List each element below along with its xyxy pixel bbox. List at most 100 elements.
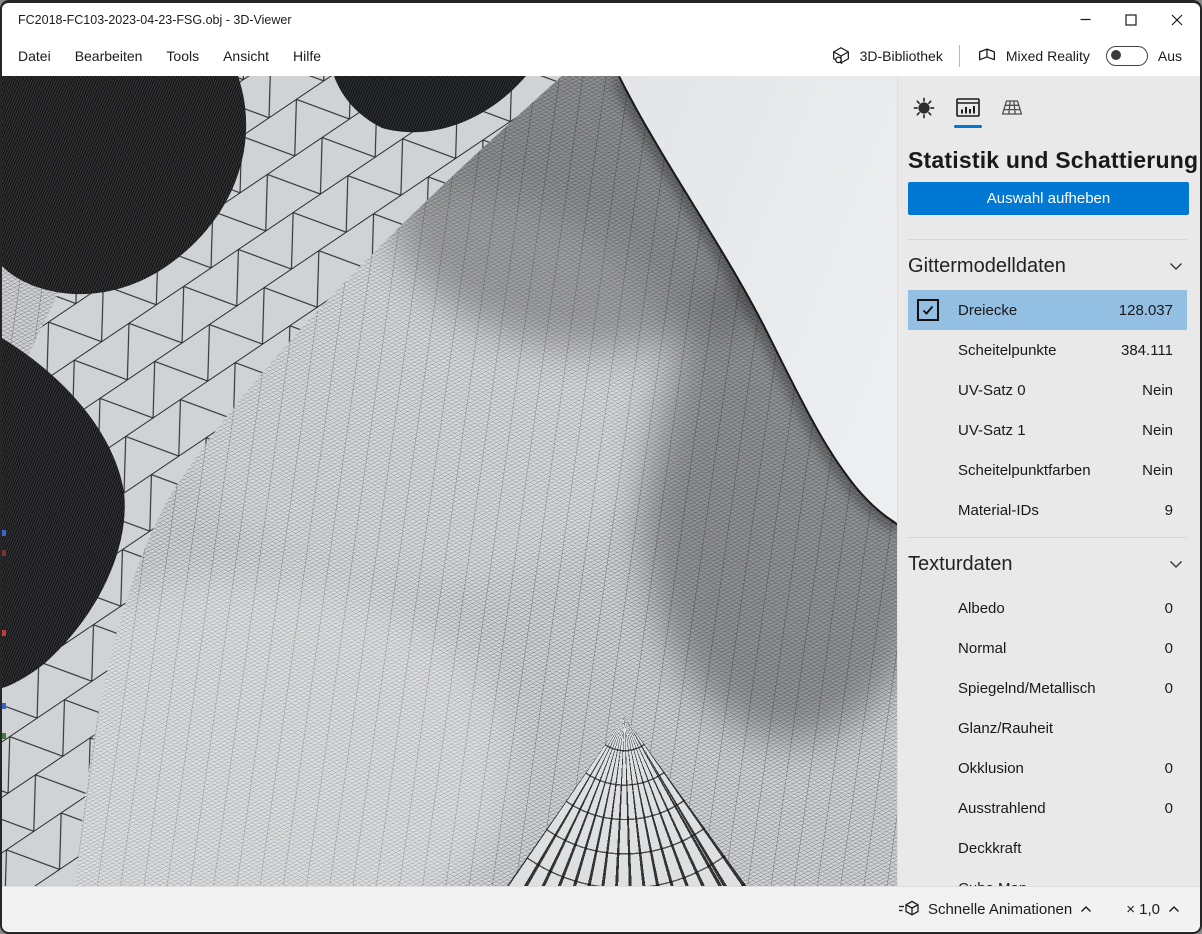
window-controls (1062, 3, 1200, 36)
3d-viewport[interactable] (2, 76, 897, 886)
row-value: 0 (1165, 760, 1173, 777)
row-label: Spiegelnd/Metallisch (958, 680, 1096, 697)
3d-library-cube-icon (830, 45, 852, 67)
row-value: 0 (1165, 680, 1173, 697)
row-label: Scheitelpunktfarben (958, 462, 1091, 479)
row-deckkraft[interactable]: Deckkraft (908, 828, 1187, 868)
chevron-down-icon (1169, 262, 1183, 271)
row-value: 0 (1165, 600, 1173, 617)
menubar: Datei Bearbeiten Tools Ansicht Hilfe 3D-… (2, 36, 1200, 76)
mesh-data-rows: Dreiecke 128.037 Scheitelpunkte 384.111 … (908, 290, 1187, 530)
row-scheitelpunktfarben[interactable]: Scheitelpunktfarben Nein (908, 450, 1187, 490)
section-title: Texturdaten (908, 553, 1013, 576)
row-label: Deckkraft (958, 840, 1021, 857)
zoom-level-label: × 1,0 (1126, 901, 1160, 918)
row-value: 0 (1165, 800, 1173, 817)
row-material-ids[interactable]: Material-IDs 9 (908, 490, 1187, 530)
menubar-divider (959, 45, 960, 67)
section-title: Gittermodelldaten (908, 255, 1066, 278)
row-uv-satz-0[interactable]: UV-Satz 0 Nein (908, 370, 1187, 410)
content-area: Statistik und Schattierung Auswahl aufhe… (2, 76, 1200, 886)
menu-tools[interactable]: Tools (154, 36, 211, 76)
row-value: Nein (1142, 422, 1173, 439)
row-label: Cube Map (958, 880, 1027, 887)
fast-animations-label: Schnelle Animationen (928, 901, 1072, 918)
statistics-panel: Statistik und Schattierung Auswahl aufhe… (897, 76, 1200, 886)
checkbox-checked-icon[interactable] (917, 299, 939, 321)
mesh-render (2, 76, 897, 886)
row-uv-satz-1[interactable]: UV-Satz 1 Nein (908, 410, 1187, 450)
environment-sun-icon (911, 95, 937, 121)
row-value: Nein (1142, 462, 1173, 479)
chevron-up-icon (1168, 905, 1180, 913)
statusbar: Schnelle Animationen × 1,0 (2, 886, 1200, 931)
mixed-reality-icon (976, 45, 998, 67)
menu-ansicht[interactable]: Ansicht (211, 36, 281, 76)
3d-library-label: 3D-Bibliothek (860, 48, 943, 64)
row-cube-map[interactable]: Cube Map (908, 868, 1187, 886)
wireframe-grid-icon (998, 95, 1026, 121)
row-scheitelpunkte[interactable]: Scheitelpunkte 384.111 (908, 330, 1187, 370)
chevron-down-icon (1169, 560, 1183, 569)
close-icon (1171, 14, 1183, 26)
menubar-right: 3D-Bibliothek Mixed Reality Aus (824, 41, 1200, 71)
clear-selection-button[interactable]: Auswahl aufheben (908, 182, 1189, 215)
titlebar[interactable]: FC2018-FC103-2023-04-23-FSG.obj - 3D-Vie… (2, 3, 1200, 36)
row-label: Ausstrahlend (958, 800, 1046, 817)
active-tab-underline (954, 125, 982, 128)
row-glanz-rauheit[interactable]: Glanz/Rauheit (908, 708, 1187, 748)
row-label: Normal (958, 640, 1006, 657)
section-header-mesh-data[interactable]: Gittermodelldaten (908, 248, 1187, 284)
row-value: Nein (1142, 382, 1173, 399)
mixed-reality-button[interactable]: Mixed Reality (970, 41, 1096, 71)
app-window: FC2018-FC103-2023-04-23-FSG.obj - 3D-Vie… (0, 0, 1202, 934)
statistics-icon (954, 95, 982, 121)
menu-bearbeiten[interactable]: Bearbeiten (63, 36, 155, 76)
zoom-level-button[interactable]: × 1,0 (1120, 900, 1186, 919)
tab-environment[interactable] (902, 86, 946, 130)
row-spiegelnd-metallisch[interactable]: Spiegelnd/Metallisch 0 (908, 668, 1187, 708)
maximize-button[interactable] (1108, 3, 1154, 36)
minimize-button[interactable] (1062, 3, 1108, 36)
row-value: 0 (1165, 640, 1173, 657)
fast-animations-button[interactable]: Schnelle Animationen (892, 898, 1098, 920)
row-albedo[interactable]: Albedo 0 (908, 588, 1187, 628)
row-value: 9 (1165, 502, 1173, 519)
row-label: Dreiecke (958, 302, 1017, 319)
row-value: 128.037 (1119, 302, 1173, 319)
row-label: Glanz/Rauheit (958, 720, 1053, 737)
toggle-knob (1111, 50, 1121, 60)
close-button[interactable] (1154, 3, 1200, 36)
row-okklusion[interactable]: Okklusion 0 (908, 748, 1187, 788)
mixed-reality-label: Mixed Reality (1006, 48, 1090, 64)
row-label: UV-Satz 0 (958, 382, 1026, 399)
row-ausstrahlend[interactable]: Ausstrahlend 0 (908, 788, 1187, 828)
section-header-texture-data[interactable]: Texturdaten (908, 546, 1187, 582)
main-menu: Datei Bearbeiten Tools Ansicht Hilfe (2, 36, 333, 76)
divider (908, 537, 1187, 538)
mixed-reality-toggle[interactable] (1106, 46, 1148, 66)
divider (908, 239, 1187, 240)
row-label: Scheitelpunkte (958, 342, 1056, 359)
maximize-icon (1125, 14, 1137, 26)
row-label: Okklusion (958, 760, 1024, 777)
3d-library-button[interactable]: 3D-Bibliothek (824, 41, 949, 71)
animation-cube-icon (898, 899, 920, 919)
row-value: 384.111 (1121, 342, 1173, 359)
row-label: UV-Satz 1 (958, 422, 1026, 439)
tab-statistics[interactable] (946, 86, 990, 130)
chevron-up-icon (1080, 905, 1092, 913)
panel-title: Statistik und Schattierung (908, 147, 1198, 174)
row-normal[interactable]: Normal 0 (908, 628, 1187, 668)
row-label: Albedo (958, 600, 1005, 617)
menu-hilfe[interactable]: Hilfe (281, 36, 333, 76)
row-dreiecke[interactable]: Dreiecke 128.037 (908, 290, 1187, 330)
tab-wireframe[interactable] (990, 86, 1034, 130)
texture-data-rows: Albedo 0 Normal 0 Spiegelnd/Metallisch 0… (908, 588, 1187, 886)
menu-datei[interactable]: Datei (6, 36, 63, 76)
window-title: FC2018-FC103-2023-04-23-FSG.obj - 3D-Vie… (2, 13, 1062, 27)
row-label: Material-IDs (958, 502, 1039, 519)
panel-tabs (902, 86, 1034, 130)
mixed-reality-state: Aus (1158, 48, 1182, 64)
minimize-icon (1080, 14, 1091, 25)
